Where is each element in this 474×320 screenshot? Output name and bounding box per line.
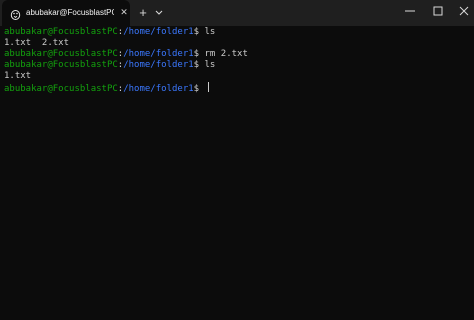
minimize-icon	[405, 10, 415, 12]
prompt-symbol: $	[193, 84, 205, 94]
output-line: 1.txt	[4, 71, 32, 81]
prompt-symbol: $	[193, 60, 205, 70]
title-bar: abubakar@FocusblastPC: /hor ✕ +	[0, 0, 474, 26]
terminal-penguin-icon	[10, 7, 21, 20]
prompt-symbol: $	[193, 27, 205, 37]
tab-title: abubakar@FocusblastPC: /hor	[26, 8, 114, 17]
prompt-line: abubakar@FocusblastPC:/home/folder1$ ls	[4, 27, 474, 38]
terminal-tab[interactable]: abubakar@FocusblastPC: /hor ✕	[2, 0, 130, 26]
prompt-user: abubakar@FocusblastPC	[4, 60, 118, 70]
text-cursor	[207, 82, 209, 92]
tab-close-button[interactable]: ✕	[119, 7, 129, 18]
maximize-icon	[433, 6, 443, 16]
prompt-line: abubakar@FocusblastPC:/home/folder1$ rm …	[4, 49, 474, 60]
prompt-symbol: $	[193, 49, 205, 59]
output-line: 1.txt 2.txt	[4, 38, 70, 48]
prompt-path: /home/folder1	[123, 49, 194, 59]
chevron-down-icon[interactable]	[153, 6, 165, 19]
active-prompt-line[interactable]: abubakar@FocusblastPC:/home/folder1$	[4, 82, 474, 94]
command-text: rm 2.txt	[204, 49, 248, 59]
terminal-output[interactable]: abubakar@FocusblastPC:/home/folder1$ ls …	[0, 26, 474, 320]
prompt-line: abubakar@FocusblastPC:/home/folder1$ ls	[4, 60, 474, 71]
new-tab-button[interactable]: +	[136, 5, 150, 20]
prompt-user: abubakar@FocusblastPC	[4, 49, 118, 59]
prompt-user: abubakar@FocusblastPC	[4, 27, 118, 37]
close-window-button[interactable]	[448, 0, 474, 22]
prompt-path: /home/folder1	[123, 27, 194, 37]
prompt-user: abubakar@FocusblastPC	[4, 84, 118, 94]
command-text: ls	[204, 60, 216, 70]
command-text: ls	[204, 27, 216, 37]
prompt-path: /home/folder1	[123, 84, 194, 94]
close-icon	[459, 6, 469, 16]
prompt-path: /home/folder1	[123, 60, 194, 70]
